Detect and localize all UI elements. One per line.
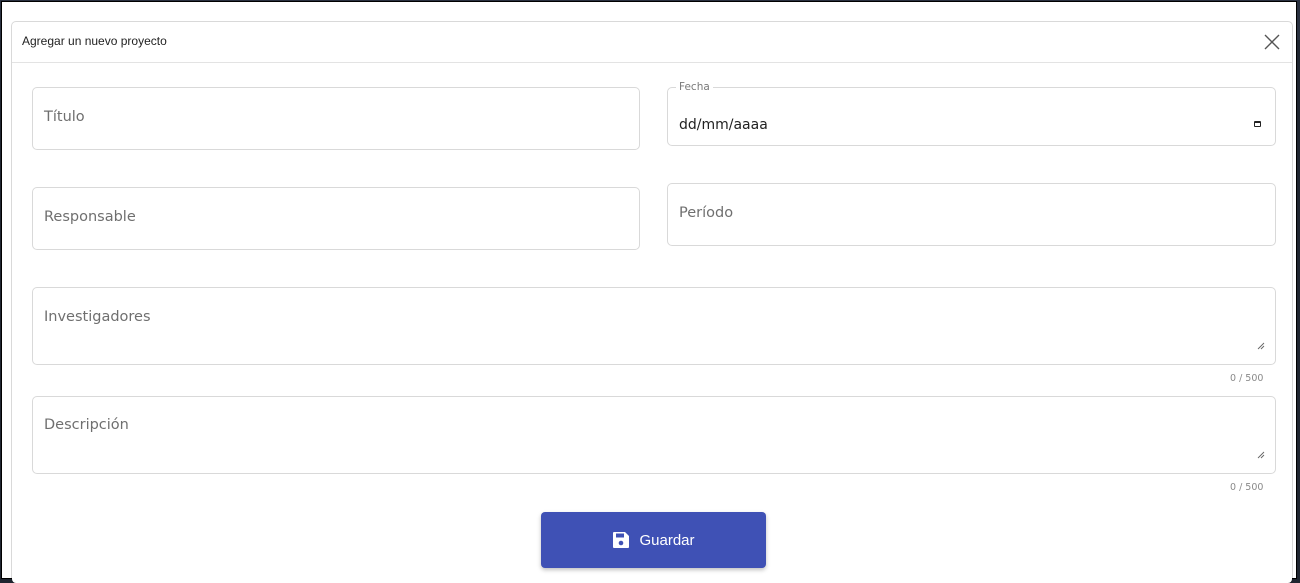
descripcion-counter: 0 / 500 [1230, 482, 1264, 493]
dialog-title: Agregar un nuevo proyecto [22, 34, 167, 48]
floppy-disk-icon [613, 532, 630, 548]
dialog-header: Agregar un nuevo proyecto [12, 22, 1292, 63]
responsable-placeholder: Responsable [44, 209, 136, 225]
screenshot-frame: Agregar un nuevo proyecto Título Fecha d… [1, 1, 1297, 583]
investigadores-counter: 0 / 500 [1230, 373, 1264, 384]
resize-handle-icon[interactable] [1257, 451, 1265, 459]
investigadores-textarea[interactable]: Investigadores [32, 287, 1276, 365]
investigadores-placeholder: Investigadores [44, 309, 151, 325]
close-button[interactable] [1258, 28, 1286, 56]
periodo-placeholder: Período [679, 205, 734, 221]
fecha-input[interactable]: Fecha dd/mm/aaaa [667, 81, 1276, 146]
descripcion-textarea[interactable]: Descripción [32, 396, 1276, 474]
save-button[interactable]: Guardar [541, 512, 766, 568]
fecha-value: dd/mm/aaaa [679, 117, 768, 133]
periodo-input[interactable]: Período [667, 183, 1276, 246]
descripcion-placeholder: Descripción [44, 417, 129, 433]
new-project-dialog: Agregar un nuevo proyecto Título Fecha d… [12, 22, 1292, 583]
responsable-input[interactable]: Responsable [32, 187, 640, 250]
titulo-input[interactable]: Título [32, 87, 640, 150]
save-button-label: Guardar [639, 531, 695, 549]
fecha-label: Fecha [676, 81, 713, 93]
titulo-placeholder: Título [44, 109, 85, 125]
close-icon [1264, 34, 1280, 50]
calendar-icon[interactable] [1254, 121, 1261, 127]
resize-handle-icon[interactable] [1257, 342, 1265, 350]
